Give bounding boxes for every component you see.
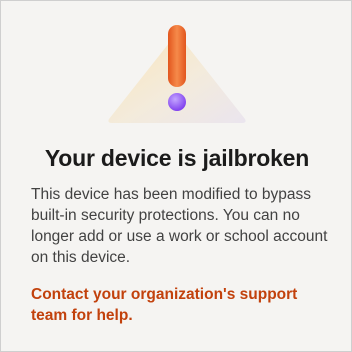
contact-support-link[interactable]: Contact your organization's support team… (31, 284, 331, 326)
page-title: Your device is jailbroken (44, 145, 310, 171)
jailbreak-warning-screen: Your device is jailbroken This device ha… (0, 0, 352, 352)
description-text: This device has been modified to bypass … (31, 186, 328, 266)
warning-exclamation-icon (108, 25, 246, 123)
